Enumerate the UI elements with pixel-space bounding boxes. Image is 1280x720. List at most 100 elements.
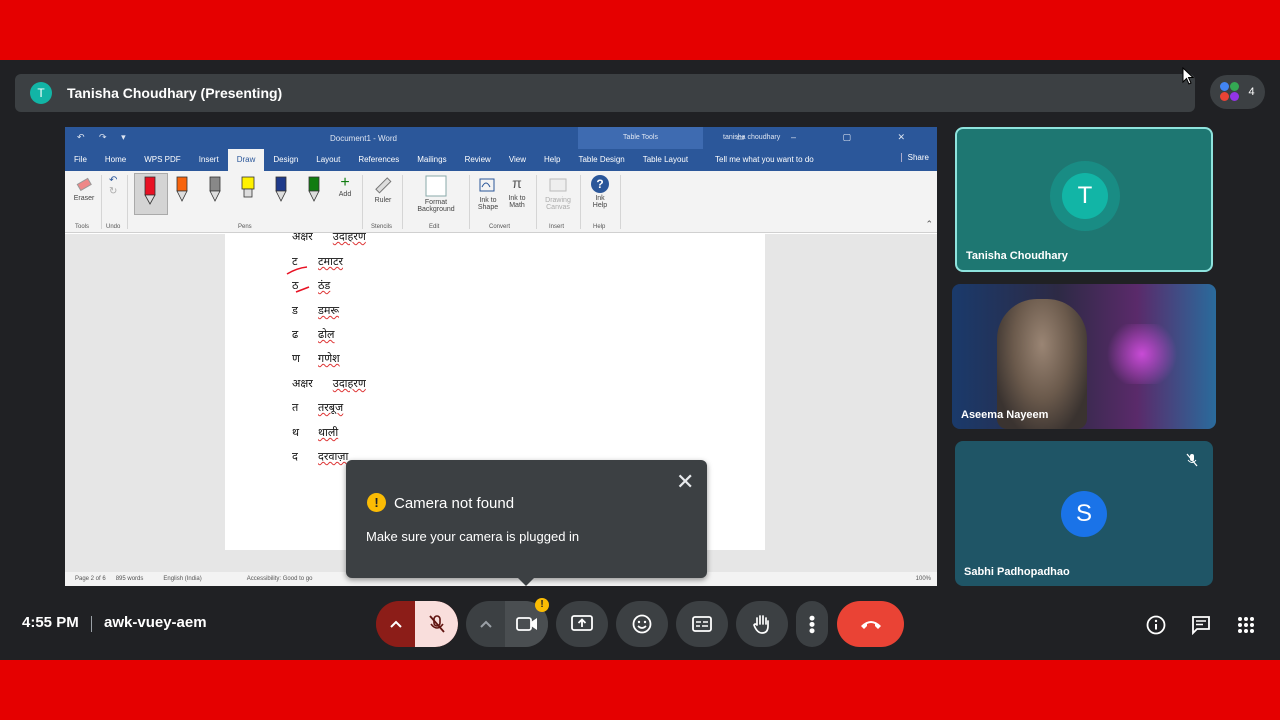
- tab-file[interactable]: File: [65, 149, 96, 171]
- tab-mailings[interactable]: Mailings: [408, 149, 455, 171]
- language[interactable]: English (India): [163, 576, 201, 582]
- chevron-up-icon: [479, 620, 492, 628]
- drawing-canvas-label-1: Drawing: [545, 197, 571, 204]
- audio-options-button[interactable]: [376, 601, 416, 647]
- ink-to-math-label-2: Math: [509, 202, 525, 209]
- blue-pen-icon[interactable]: [274, 175, 288, 205]
- group-edit: Edit: [429, 224, 440, 230]
- list-item: ढ ढोल: [292, 328, 335, 341]
- tab-design[interactable]: Design: [264, 149, 307, 171]
- captions-button[interactable]: [676, 601, 728, 647]
- window-controls[interactable]: ▭ – ▢ ✕: [736, 132, 927, 143]
- highlighter-icon[interactable]: [241, 175, 255, 205]
- avatar: S: [1061, 491, 1107, 537]
- participant-name: Aseema Nayeem: [961, 409, 1049, 421]
- ruler-button[interactable]: Ruler: [371, 175, 395, 204]
- leave-call-button[interactable]: [837, 601, 904, 647]
- ink-to-shape-icon: [479, 178, 495, 192]
- participant-tile-sabhi[interactable]: S Sabhi Padhopadhao: [955, 441, 1213, 586]
- tab-table-design[interactable]: Table Design: [569, 149, 633, 171]
- participant-tile-aseema[interactable]: Aseema Nayeem: [952, 284, 1216, 429]
- tab-layout[interactable]: Layout: [307, 149, 349, 171]
- participant-count: 4: [1248, 86, 1255, 98]
- ink-to-shape-label-2: Shape: [477, 204, 499, 211]
- mic-toggle-button[interactable]: [415, 601, 458, 647]
- close-icon[interactable]: ✕: [676, 471, 694, 493]
- word-count[interactable]: 895 words: [116, 576, 144, 582]
- group-convert: Convert: [489, 224, 511, 230]
- group-stencils: Stencils: [371, 224, 393, 230]
- share-button[interactable]: Share: [900, 153, 929, 162]
- raise-hand-button[interactable]: [736, 601, 788, 647]
- list-item: ण गणेश: [292, 352, 340, 365]
- page-count[interactable]: Page 2 of 6: [75, 576, 106, 582]
- tab-table-layout[interactable]: Table Layout: [634, 149, 697, 171]
- clock: 4:55 PM: [22, 614, 79, 631]
- eraser-button[interactable]: Eraser: [73, 175, 95, 202]
- format-background-label-2: Background: [417, 206, 455, 213]
- tab-view[interactable]: View: [500, 149, 535, 171]
- drawing-canvas-button[interactable]: Drawing Canvas: [542, 175, 574, 211]
- present-screen-button[interactable]: [556, 601, 608, 647]
- tab-draw[interactable]: Draw: [227, 149, 265, 171]
- participants-button[interactable]: 4: [1210, 75, 1265, 109]
- presenter-label: Tanisha Choudhary (Presenting): [67, 85, 283, 101]
- accessibility-status[interactable]: Accessibility: Good to go: [247, 576, 313, 582]
- emoji-icon: [632, 614, 652, 634]
- activities-button[interactable]: [1235, 614, 1257, 636]
- toast-message: Make sure your camera is plugged in: [366, 529, 580, 544]
- format-background-label-1: Format: [424, 199, 448, 206]
- pencil-icon[interactable]: [208, 175, 222, 205]
- hang-up-icon: [860, 621, 881, 629]
- meet-window: T Tanisha Choudhary (Presenting) 4 ↶ ↷ ▾…: [0, 60, 1280, 660]
- drawing-canvas-label-2: Canvas: [546, 204, 570, 211]
- tab-references[interactable]: References: [349, 149, 408, 171]
- group-insert: Insert: [549, 224, 565, 230]
- list-item: ड डमरू: [292, 304, 340, 317]
- muted-mic-icon: [1186, 453, 1198, 467]
- ink-stroke-1: [286, 266, 308, 275]
- more-options-button[interactable]: •••: [796, 601, 828, 647]
- more-vert-icon: •••: [802, 614, 822, 634]
- tab-home[interactable]: Home: [96, 149, 135, 171]
- tab-review[interactable]: Review: [456, 149, 500, 171]
- chat-button[interactable]: [1190, 614, 1212, 636]
- video-options-button[interactable]: [466, 601, 505, 647]
- toast-title: Camera not found: [394, 495, 515, 512]
- word-ribbon-tabs: File Home WPS PDF Insert Draw Design Lay…: [65, 149, 937, 171]
- meeting-details-button[interactable]: [1145, 614, 1167, 636]
- participant-tile-tanisha[interactable]: T Tanisha Choudhary: [955, 127, 1213, 272]
- tab-wps-pdf[interactable]: WPS PDF: [135, 149, 189, 171]
- undo-button[interactable]: ↶ ↻: [109, 175, 117, 197]
- presenter-avatar: T: [30, 82, 52, 104]
- tab-insert[interactable]: Insert: [190, 149, 228, 171]
- toast-pointer: [517, 577, 535, 586]
- video-camera-icon: [515, 617, 537, 631]
- green-pen-icon[interactable]: [307, 175, 321, 205]
- ink-help-button[interactable]: ? Ink Help: [587, 175, 613, 209]
- raise-hand-icon: [753, 615, 769, 634]
- participant-name: Sabhi Padhopadhao: [964, 566, 1070, 578]
- undo-icon: ↶: [109, 175, 118, 186]
- list-item: त तरबूज: [292, 401, 344, 414]
- ink-to-math-button[interactable]: π Ink to Math: [504, 175, 530, 209]
- format-background-button[interactable]: Format Background: [408, 175, 464, 213]
- ink-help-label-1: Ink: [595, 195, 605, 202]
- quick-access-toolbar[interactable]: ↶ ↷ ▾: [77, 132, 132, 143]
- ink-to-shape-button[interactable]: Ink to Shape: [475, 175, 501, 211]
- word-titlebar: ↶ ↷ ▾ Document1 - Word Table Tools tanis…: [65, 127, 937, 149]
- list-item: अक्षर उदाहरण: [292, 377, 366, 390]
- mic-off-icon: [428, 615, 445, 633]
- tell-me-search[interactable]: Tell me what you want to do: [715, 149, 814, 171]
- participants-icon: [1220, 82, 1240, 102]
- orange-pen-icon[interactable]: [175, 175, 189, 205]
- red-pen-icon[interactable]: [143, 175, 157, 205]
- redo-icon: ↻: [109, 186, 118, 197]
- camera-warning-badge: !: [535, 598, 549, 612]
- zoom-level[interactable]: 100%: [916, 576, 931, 582]
- list-item: द दरवाज़ा: [292, 450, 349, 463]
- reactions-button[interactable]: [616, 601, 668, 647]
- add-pen-button[interactable]: + Add: [335, 175, 355, 199]
- collapse-ribbon-icon[interactable]: ⌃: [925, 219, 933, 230]
- tab-help[interactable]: Help: [535, 149, 569, 171]
